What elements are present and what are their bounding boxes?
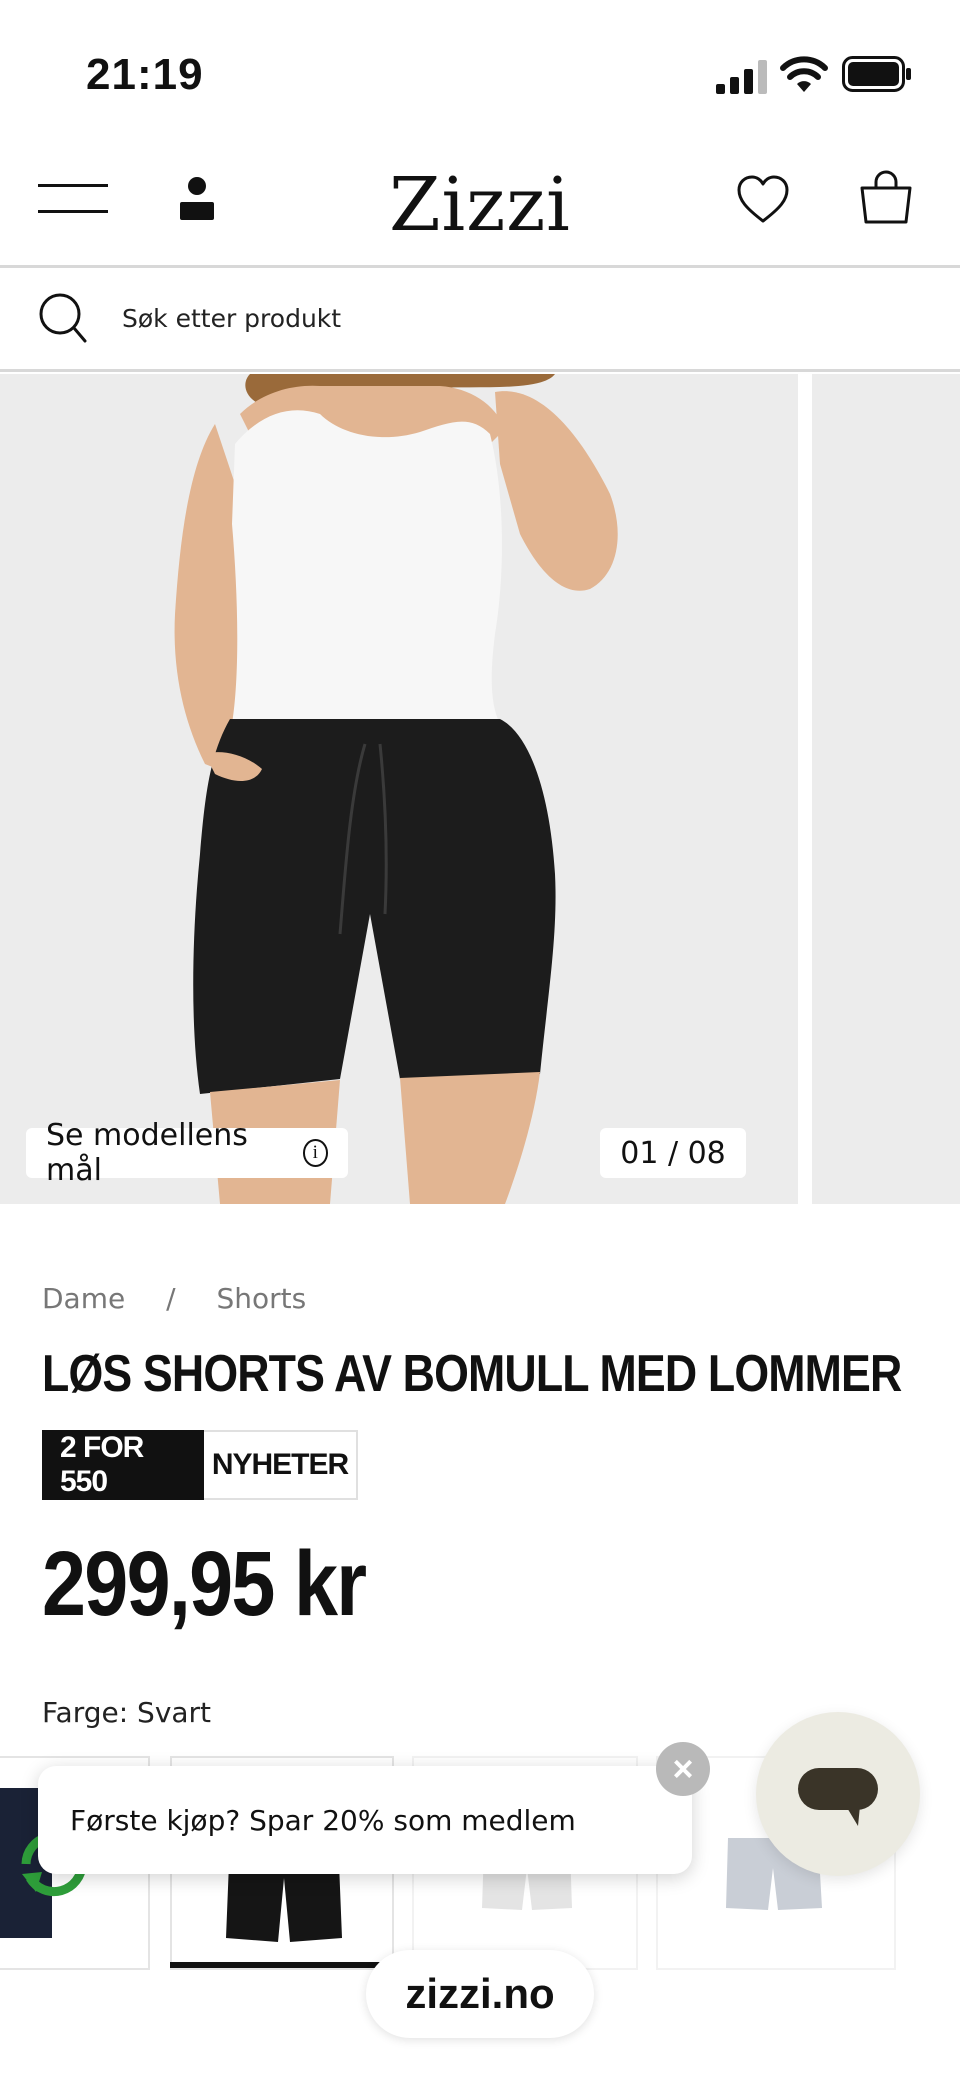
account-icon[interactable] <box>178 176 216 224</box>
color-label: Farge: Svart <box>42 1696 212 1729</box>
search-icon <box>39 293 87 343</box>
breadcrumb: Dame / Shorts <box>42 1282 306 1315</box>
browser-url-bar[interactable]: zizzi.no <box>366 1950 594 2038</box>
chat-icon <box>798 1768 878 1826</box>
model-photo <box>174 374 618 1204</box>
model-measurements-label: Se modellens mål <box>46 1118 248 1188</box>
member-promo-popup[interactable]: Første kjøp? Spar 20% som medlem <box>38 1766 692 1874</box>
battery-icon <box>842 56 911 92</box>
shopping-bag-icon[interactable] <box>858 170 914 226</box>
product-price: 299,95 kr <box>42 1533 367 1635</box>
image-counter: 01 / 08 <box>600 1128 746 1178</box>
model-measurements-button[interactable]: Se modellens mål i <box>26 1118 348 1188</box>
wifi-icon <box>780 56 828 92</box>
product-title: LØS SHORTS AV BOMULL MED LOMMER <box>42 1345 902 1403</box>
breadcrumb-item-dame[interactable]: Dame <box>42 1282 125 1315</box>
site-logo[interactable]: Zizzi <box>360 162 600 248</box>
selected-swatch-indicator <box>170 1962 394 1968</box>
breadcrumb-item-shorts[interactable]: Shorts <box>216 1282 306 1315</box>
info-icon: i <box>302 1139 328 1167</box>
menu-icon[interactable] <box>38 184 108 220</box>
member-promo-text: Første kjøp? Spar 20% som medlem <box>70 1803 576 1837</box>
site-header: Zizzi <box>0 140 960 268</box>
search-bar[interactable]: Søk etter produkt <box>0 268 960 372</box>
badge-new: NYHETER <box>204 1430 358 1500</box>
search-input[interactable]: Søk etter produkt <box>122 304 341 333</box>
next-product-image[interactable] <box>812 374 960 1204</box>
cellular-signal-icon <box>716 60 767 94</box>
status-bar: 21:19 <box>0 0 960 140</box>
chat-button[interactable] <box>756 1712 920 1876</box>
badge-offer: 2 FOR 550 <box>42 1430 204 1500</box>
status-time: 21:19 <box>86 50 204 99</box>
heart-icon[interactable] <box>736 174 790 226</box>
breadcrumb-separator: / <box>166 1282 176 1315</box>
product-image[interactable]: Se modellens mål i 01 / 08 <box>0 374 798 1204</box>
close-icon[interactable]: × <box>656 1742 710 1796</box>
product-image-gallery[interactable]: Se modellens mål i 01 / 08 <box>0 374 960 1204</box>
product-badges: 2 FOR 550 NYHETER <box>42 1430 358 1500</box>
